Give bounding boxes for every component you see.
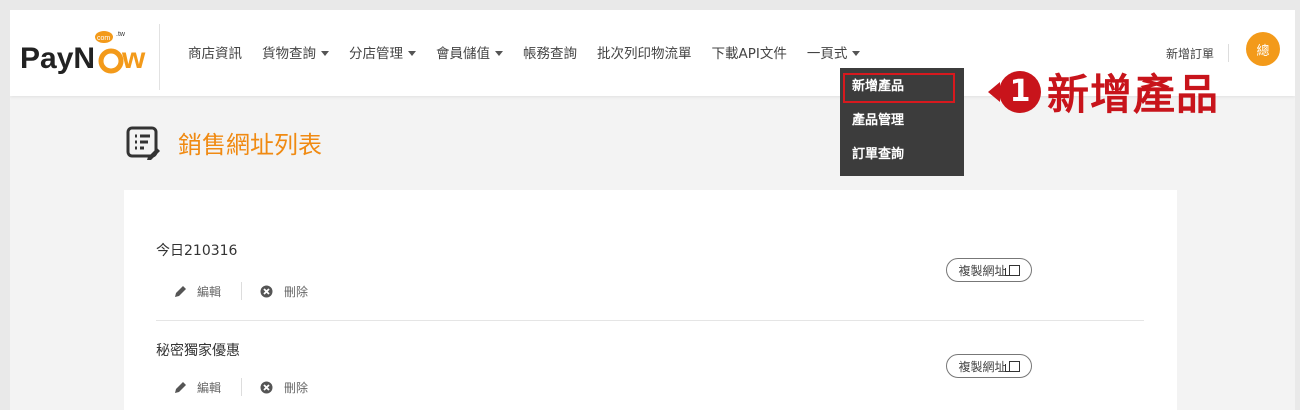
edit-label: 編輯 (197, 380, 222, 395)
logo-divider (159, 24, 160, 90)
nav-item-member-topup[interactable]: 會員儲值 (436, 42, 503, 62)
copy-url-label: 複製網址 (958, 263, 1007, 278)
logo-main-text: PayN (20, 42, 95, 75)
callout-text: 新增產品 (1047, 70, 1220, 119)
caret-down-icon (321, 50, 329, 56)
nav-label: 貨物查詢 (262, 46, 316, 62)
dropdown-item-add-product[interactable]: 新增產品 (840, 70, 964, 104)
one-page-dropdown-menu: 新增產品 產品管理 訂單查詢 (840, 68, 964, 176)
callout-step-number: 1 (999, 70, 1041, 113)
nav-item-cargo-query[interactable]: 貨物查詢 (262, 42, 329, 62)
caret-down-icon (852, 50, 861, 56)
copy-icon (1004, 360, 1020, 372)
pencil-icon (175, 286, 186, 297)
remove-circle-icon (260, 381, 273, 393)
caret-down-icon (495, 50, 503, 56)
nav-item-billing-query[interactable]: 帳務查詢 (523, 42, 577, 62)
nav-label: 一頁式 (806, 46, 848, 62)
dropdown-item-product-management[interactable]: 產品管理 (840, 104, 964, 138)
list-item: 秘密獨家優惠 編輯 刪除 複製網址 (156, 340, 1146, 396)
list-divider (156, 320, 1144, 321)
dropdown-item-order-query[interactable]: 訂單查詢 (840, 138, 964, 172)
nav-separator (1228, 44, 1229, 62)
app-frame: PayN w com .tw 商店資訊 貨物查詢 分店管理 會員儲值 帳務查詢 … (10, 10, 1295, 410)
nav-label: 會員儲值 (436, 46, 490, 62)
copy-url-button[interactable]: 複製網址 (946, 354, 1032, 378)
logo-badge-text: com (97, 35, 110, 42)
item-actions: 編輯 刪除 (174, 282, 308, 300)
nav-label: 分店管理 (349, 46, 403, 62)
nav-item-batch-print[interactable]: 批次列印物流單 (597, 42, 692, 62)
item-actions: 編輯 刪除 (174, 378, 308, 396)
action-separator (241, 378, 243, 396)
pencil-icon (175, 382, 186, 393)
new-order-link[interactable]: 新增訂單 (1166, 45, 1214, 62)
action-separator (241, 282, 243, 300)
logo-o-ring (98, 48, 124, 74)
nav-item-download-api[interactable]: 下載API文件 (712, 42, 787, 62)
edit-button[interactable]: 編輯 (174, 283, 221, 300)
copy-url-button[interactable]: 複製網址 (946, 258, 1032, 282)
edit-label: 編輯 (197, 284, 222, 299)
page-title: 銷售網址列表 (178, 130, 322, 159)
main-nav: 商店資訊 貨物查詢 分店管理 會員儲值 帳務查詢 批次列印物流單 下載API文件… (188, 42, 880, 62)
remove-circle-icon (260, 285, 273, 297)
logo-tail-text: w (121, 42, 146, 75)
sales-url-list-card: 今日210316 編輯 刪除 複製網址 秘密獨家優惠 編輯 刪除 複製網址 (124, 190, 1177, 410)
nav-label: 下載API文件 (711, 46, 787, 62)
nav-label: 商店資訊 (188, 46, 242, 62)
delete-label: 刪除 (284, 284, 309, 299)
caret-down-icon (408, 50, 416, 56)
nav-item-store-info[interactable]: 商店資訊 (188, 42, 242, 62)
list-item: 今日210316 編輯 刪除 複製網址 (156, 240, 1146, 300)
list-edit-icon (126, 126, 160, 160)
copy-url-label: 複製網址 (958, 359, 1007, 374)
list-item-name: 今日210316 (156, 243, 238, 259)
nav-item-one-page[interactable]: 一頁式 (807, 42, 861, 62)
nav-label: 批次列印物流單 (597, 46, 692, 62)
edit-button[interactable]: 編輯 (174, 379, 221, 396)
delete-button[interactable]: 刪除 (260, 379, 308, 396)
page-header: 銷售網址列表 (126, 124, 322, 160)
delete-button[interactable]: 刪除 (260, 283, 308, 300)
copy-icon (1004, 264, 1020, 276)
nav-item-branch-management[interactable]: 分店管理 (349, 42, 416, 62)
paynow-logo[interactable]: PayN w com .tw (20, 28, 152, 80)
delete-label: 刪除 (284, 380, 309, 395)
user-avatar[interactable]: 總 (1246, 32, 1280, 66)
logo-graphic: PayN w com .tw (20, 31, 146, 75)
step-callout: 1 新增產品 (988, 61, 1219, 122)
logo-tld-text: .tw (116, 31, 126, 38)
nav-label: 帳務查詢 (523, 46, 577, 62)
